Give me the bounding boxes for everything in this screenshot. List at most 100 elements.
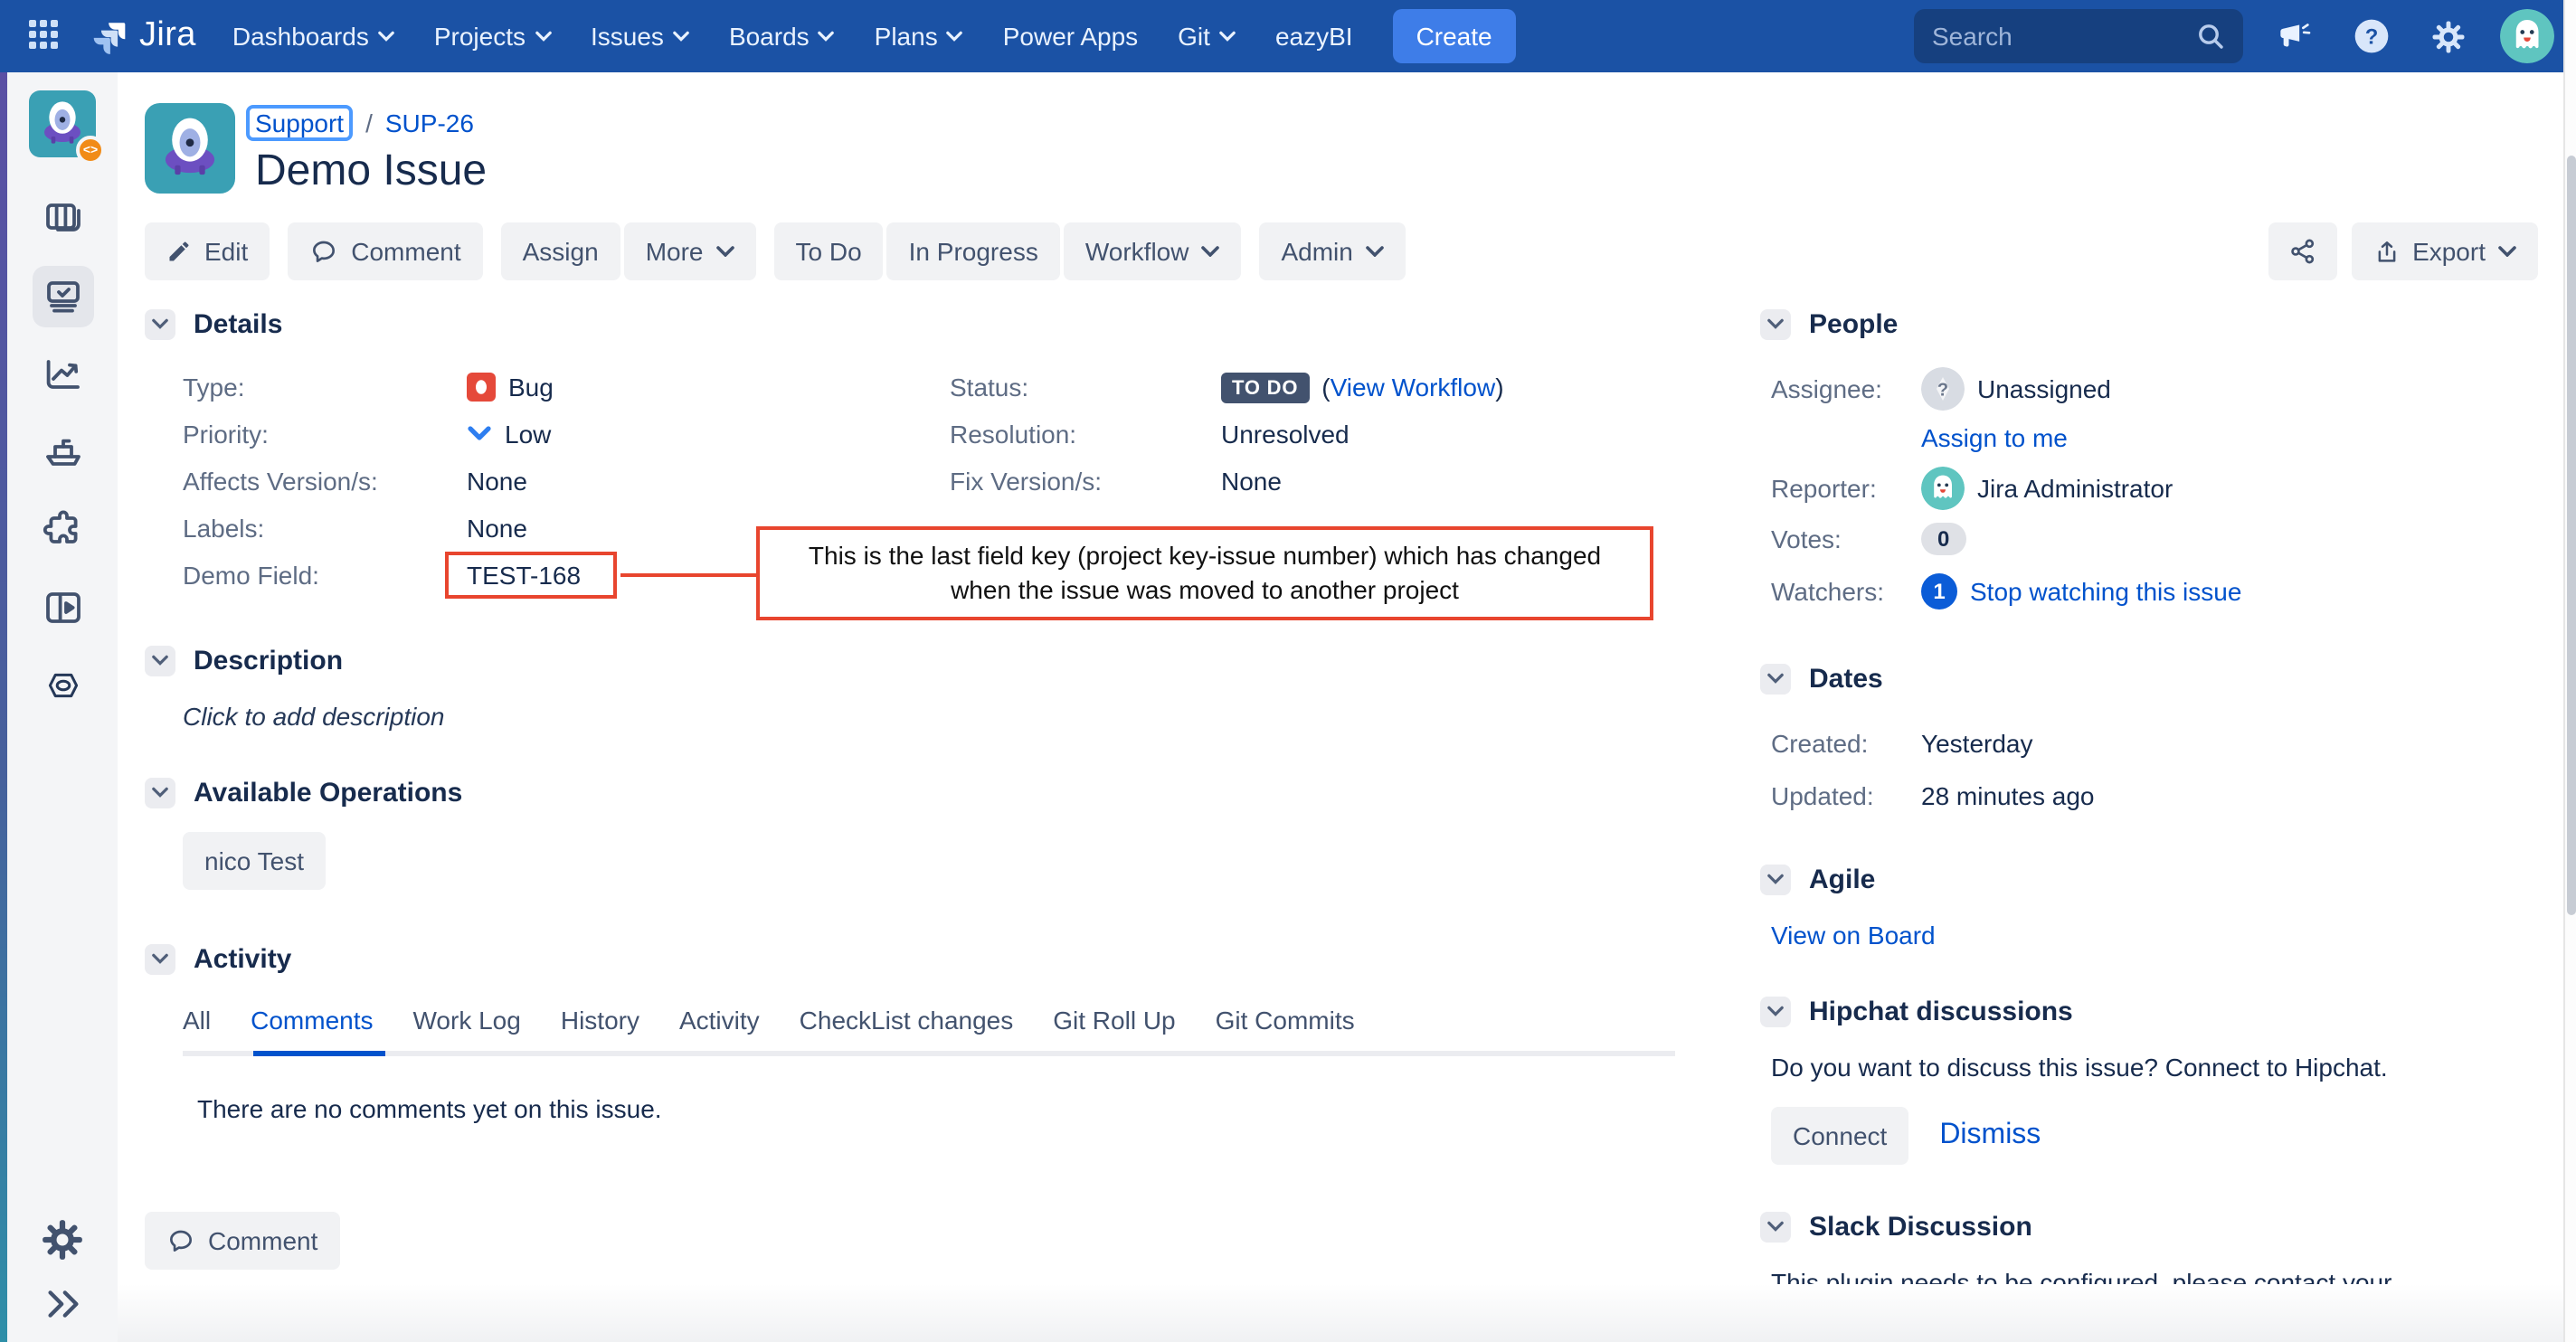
svg-text:?: ?: [1937, 380, 1948, 400]
sidebar-item-releases[interactable]: [32, 421, 93, 483]
watchers-count-badge[interactable]: 1: [1921, 572, 1957, 609]
collapse-chevron-icon[interactable]: [1760, 864, 1791, 894]
breadcrumb-project-link[interactable]: Support: [246, 105, 353, 141]
share-button[interactable]: [2268, 222, 2336, 280]
votes-badge[interactable]: 0: [1921, 523, 1965, 555]
settings-gear-icon[interactable]: [2424, 13, 2471, 60]
demo-field-highlight-box: TEST-168: [445, 552, 617, 599]
agile-section: Agile View on Board: [1760, 861, 2538, 953]
chevron-down-icon: [1201, 246, 1219, 257]
unassigned-avatar: ?: [1921, 366, 1965, 410]
details-section-header: Details: [145, 306, 1673, 342]
field-fix-version: Fix Version/s: None: [950, 458, 1673, 505]
workflow-group: To Do In Progress Workflow: [774, 222, 1242, 280]
svg-text:?: ?: [2365, 24, 2379, 49]
more-button[interactable]: More: [624, 222, 756, 280]
view-workflow-link[interactable]: View Workflow: [1331, 373, 1496, 402]
jira-logo[interactable]: Jira: [90, 16, 196, 56]
breadcrumb: Support / SUP-26: [255, 105, 487, 141]
hipchat-connect-button[interactable]: Connect: [1771, 1107, 1908, 1165]
admin-button[interactable]: Admin: [1259, 222, 1405, 280]
tab-git-commits[interactable]: Git Commits: [1216, 1006, 1355, 1035]
hipchat-text: Do you want to discuss this issue? Conne…: [1771, 1049, 2538, 1085]
assign-to-me-link[interactable]: Assign to me: [1921, 423, 2068, 452]
sidebar-item-addons[interactable]: [32, 499, 93, 561]
hipchat-dismiss-link[interactable]: Dismiss: [1939, 1120, 2041, 1152]
nico-test-button[interactable]: nico Test: [183, 832, 326, 890]
announcements-icon[interactable]: [2272, 13, 2319, 60]
created-row: Created: Yesterday: [1760, 716, 2538, 769]
workflow-button[interactable]: Workflow: [1064, 222, 1242, 280]
nav-dashboards[interactable]: Dashboards: [232, 22, 394, 51]
edit-button[interactable]: Edit: [145, 222, 270, 280]
sidebar-item-git-panel[interactable]: [32, 577, 93, 638]
sidebar-settings-gear-icon[interactable]: [40, 1217, 85, 1262]
nav-git[interactable]: Git: [1178, 22, 1236, 51]
dates-heading: Dates: [1809, 663, 1883, 694]
tab-activity[interactable]: Activity: [679, 1006, 760, 1035]
view-on-board-link[interactable]: View on Board: [1771, 921, 1936, 950]
tab-comments[interactable]: Comments: [251, 1006, 373, 1035]
assign-more-group: Assign More: [501, 222, 756, 280]
votes-row: Votes: 0: [1760, 514, 2538, 564]
stop-watching-link[interactable]: Stop watching this issue: [1970, 576, 2241, 605]
slack-heading: Slack Discussion: [1809, 1211, 2032, 1242]
collapse-chevron-icon[interactable]: [145, 777, 175, 808]
details-heading: Details: [194, 308, 282, 339]
todo-button[interactable]: To Do: [774, 222, 884, 280]
sidebar-item-reports[interactable]: [32, 344, 93, 405]
field-resolution: Resolution: Unresolved: [950, 411, 1673, 458]
project-avatar-tile[interactable]: <>: [29, 90, 96, 157]
description-heading: Description: [194, 645, 343, 676]
priority-low-icon: [467, 425, 492, 443]
footer-comment-button[interactable]: Comment: [145, 1212, 339, 1270]
collapse-chevron-icon[interactable]: [1760, 1211, 1791, 1242]
tab-checklist-changes[interactable]: CheckList changes: [800, 1006, 1014, 1035]
chevron-down-icon: [378, 31, 394, 42]
sidebar-expand-icon[interactable]: [43, 1288, 82, 1320]
search-box[interactable]: [1914, 9, 2243, 63]
help-icon[interactable]: ?: [2348, 13, 2395, 60]
description-placeholder[interactable]: Click to add description: [183, 702, 1673, 731]
tab-git-roll-up[interactable]: Git Roll Up: [1053, 1006, 1175, 1035]
nav-eazybi[interactable]: eazyBI: [1275, 22, 1353, 51]
page-scrollbar[interactable]: [2563, 0, 2576, 1342]
tab-history[interactable]: History: [561, 1006, 639, 1035]
bug-type-icon: [467, 373, 496, 402]
nav-projects[interactable]: Projects: [434, 22, 551, 51]
nav-plans[interactable]: Plans: [875, 22, 963, 51]
create-button[interactable]: Create: [1393, 9, 1516, 63]
chevron-down-icon: [2498, 246, 2516, 257]
collapse-chevron-icon[interactable]: [1760, 308, 1791, 339]
collapse-chevron-icon[interactable]: [145, 645, 175, 676]
nav-issues[interactable]: Issues: [591, 22, 689, 51]
breadcrumb-issue-key[interactable]: SUP-26: [385, 109, 474, 137]
tab-work-log[interactable]: Work Log: [413, 1006, 521, 1035]
collapse-chevron-icon[interactable]: [1760, 663, 1791, 694]
assign-button[interactable]: Assign: [501, 222, 620, 280]
scrollbar-thumb[interactable]: [2567, 156, 2576, 915]
tab-all[interactable]: All: [183, 1006, 211, 1035]
export-button[interactable]: Export: [2351, 222, 2538, 280]
dates-section: Dates Created: Yesterday Updated: 28 min…: [1760, 660, 2538, 821]
nav-power-apps[interactable]: Power Apps: [1003, 22, 1138, 51]
app-switcher-icon[interactable]: [29, 20, 62, 52]
sidebar-item-issues-active[interactable]: [32, 266, 93, 327]
sidebar-item-plugin-hex[interactable]: [32, 655, 93, 716]
collapse-chevron-icon[interactable]: [1760, 996, 1791, 1026]
search-input[interactable]: [1932, 22, 2182, 51]
jira-wordmark: Jira: [139, 16, 196, 56]
jira-logo-icon: [90, 17, 128, 55]
nav-boards[interactable]: Boards: [729, 22, 835, 51]
collapse-chevron-icon[interactable]: [145, 943, 175, 974]
chevron-down-icon: [1219, 31, 1236, 42]
comment-button[interactable]: Comment: [288, 222, 482, 280]
issue-toolbar: Edit Comment Assign More To Do In Progre…: [145, 222, 2538, 280]
user-avatar[interactable]: [2500, 9, 2554, 63]
sidebar-item-boards[interactable]: [32, 188, 93, 250]
project-avatar[interactable]: [145, 103, 235, 194]
collapse-chevron-icon[interactable]: [145, 308, 175, 339]
in-progress-button[interactable]: In Progress: [887, 222, 1060, 280]
issue-header: Support / SUP-26 Demo Issue: [145, 103, 2538, 197]
code-badge-icon: <>: [76, 136, 105, 165]
